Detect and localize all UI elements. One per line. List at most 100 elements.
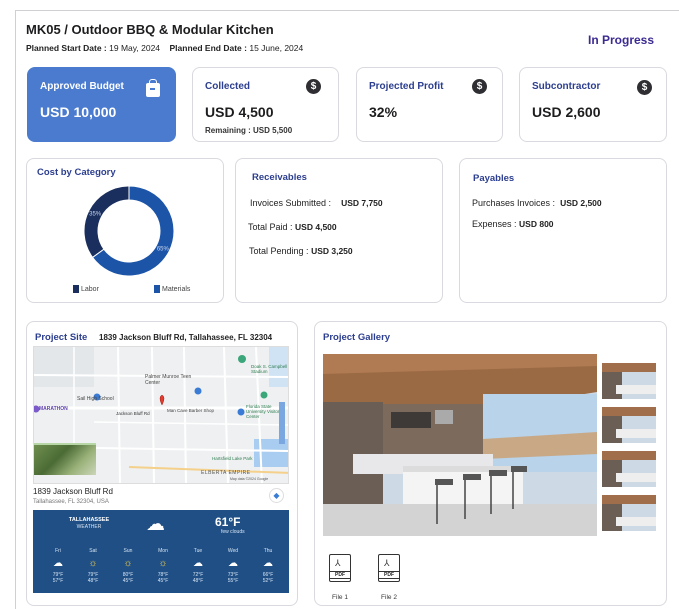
donut-label-labor: 35% bbox=[89, 212, 102, 218]
planned-start-label: Planned Start Date : bbox=[26, 43, 107, 53]
projected-profit-card[interactable]: Projected Profit $ 32% bbox=[356, 67, 503, 142]
subcontractor-title: Subcontractor bbox=[532, 81, 601, 92]
page-title: MK05 / Outdoor BBQ & Modular Kitchen bbox=[26, 22, 274, 37]
sun-icon: ☼ bbox=[158, 558, 168, 569]
acrobat-icon: ⅄ bbox=[384, 558, 390, 568]
project-gallery-card: Project Gallery ⅄ PDF File 1 ⅄ PDF File … bbox=[314, 321, 667, 606]
cloud-icon: ☁ bbox=[263, 558, 273, 569]
forecast-day-name: Fri bbox=[55, 548, 61, 554]
planned-dates: Planned Start Date : 19 May, 2024 Planne… bbox=[26, 43, 303, 53]
forecast-day-name: Thu bbox=[263, 548, 273, 554]
project-site-address: 1839 Jackson Bluff Rd, Tallahassee, FL 3… bbox=[99, 333, 273, 342]
map-label-hartsfield: Hartsfield Lake Park bbox=[212, 456, 253, 461]
street-view-thumbnail[interactable] bbox=[34, 445, 96, 475]
file-1-tag: PDF bbox=[329, 571, 351, 579]
map-label-palmer: Palmer Munroe Teen Center bbox=[145, 374, 192, 386]
map-label-barber: Man Cave Barber Shop bbox=[167, 408, 215, 413]
legend-labor-label: Labor bbox=[81, 285, 99, 293]
map-label-school: Sail High School bbox=[77, 396, 114, 402]
invoices-submitted-value: USD 7,750 bbox=[341, 198, 383, 208]
receivables-card: Receivables Invoices Submitted : USD 7,7… bbox=[235, 158, 443, 303]
file-2-tag: PDF bbox=[378, 571, 400, 579]
total-paid-row: Total Paid : USD 4,500 bbox=[248, 222, 337, 232]
weather-condition: few clouds bbox=[221, 529, 245, 535]
collected-card[interactable]: Collected $ USD 4,500 Remaining : USD 5,… bbox=[192, 67, 339, 142]
payables-title: Payables bbox=[473, 173, 515, 184]
gallery-thumbnail-4[interactable] bbox=[602, 495, 656, 531]
total-pending-label: Total Pending : bbox=[249, 246, 309, 256]
cloud-icon: ☁ bbox=[228, 558, 238, 569]
expenses-row: Expenses : USD 800 bbox=[472, 219, 554, 229]
project-site-card: Project Site 1839 Jackson Bluff Rd, Tall… bbox=[26, 321, 298, 606]
map-address-line1: 1839 Jackson Bluff Rd bbox=[33, 487, 113, 496]
forecast-day-wed: Wed ☁ 73°F 55°F bbox=[216, 548, 250, 584]
gallery-main-image[interactable] bbox=[323, 354, 597, 536]
pdf-file-icon-2[interactable]: ⅄ PDF bbox=[378, 554, 400, 582]
total-pending-value: USD 3,250 bbox=[311, 246, 353, 256]
cost-by-category-card: Cost by Category 35% 65% Labor Materials bbox=[26, 158, 224, 303]
legend-labor: Labor bbox=[73, 285, 99, 293]
weather-temp: 61°F bbox=[215, 515, 241, 529]
sun-icon: ☼ bbox=[123, 558, 133, 569]
cost-donut-chart: 35% 65% bbox=[83, 185, 175, 277]
forecast-day-sun: Sun ☼ 80°F 45°F bbox=[111, 548, 145, 584]
legend-labor-swatch bbox=[73, 285, 79, 293]
map-address-line2: Tallahassee, FL 32304, USA bbox=[33, 499, 109, 505]
forecast-day-tue: Tue ☁ 72°F 48°F bbox=[181, 548, 215, 584]
receivables-title: Receivables bbox=[252, 172, 307, 183]
forecast-low: 45°F bbox=[122, 578, 134, 584]
forecast-low: 48°F bbox=[192, 578, 204, 584]
forecast-low: 57°F bbox=[52, 578, 64, 584]
forecast-low: 52°F bbox=[262, 578, 274, 584]
forecast-day-name: Tue bbox=[193, 548, 203, 554]
forecast-day-name: Sat bbox=[89, 548, 97, 554]
approved-budget-value: USD 10,000 bbox=[40, 104, 117, 120]
dollar-icon: $ bbox=[306, 79, 321, 94]
purchases-value: USD 2,500 bbox=[560, 198, 602, 208]
forecast-day-name: Sun bbox=[123, 548, 133, 554]
purchases-label: Purchases Invoices : bbox=[472, 198, 556, 208]
map-label-elberta: ELBERTA EMPIRE bbox=[201, 470, 251, 476]
forecast-day-name: Wed bbox=[227, 548, 239, 554]
legend-materials-swatch bbox=[154, 285, 160, 293]
gallery-thumbnail-3[interactable] bbox=[602, 451, 656, 487]
dollar-icon: $ bbox=[637, 80, 652, 95]
gallery-thumbnail-2[interactable] bbox=[602, 407, 656, 443]
purchases-row: Purchases Invoices : USD 2,500 bbox=[472, 198, 602, 208]
collected-title: Collected bbox=[205, 81, 251, 92]
cost-by-category-title: Cost by Category bbox=[37, 167, 116, 178]
planned-end-value: 15 June, 2024 bbox=[249, 43, 304, 53]
weather-label: WEATHER bbox=[76, 524, 102, 530]
pdf-file-icon-1[interactable]: ⅄ PDF bbox=[329, 554, 351, 582]
cloud-sun-icon: ☁ bbox=[146, 514, 165, 535]
forecast-low: 45°F bbox=[157, 578, 169, 584]
file-2-label[interactable]: File 2 bbox=[374, 594, 404, 601]
expenses-value: USD 800 bbox=[519, 219, 554, 229]
directions-icon[interactable]: ◆ bbox=[269, 488, 284, 503]
forecast-day-sat: Sat ☼ 79°F 48°F bbox=[76, 548, 110, 584]
gallery-thumbnail-1[interactable] bbox=[602, 363, 656, 399]
weather-city: TALLAHASSEE bbox=[68, 517, 110, 523]
cloud-icon: ☁ bbox=[53, 558, 63, 569]
weather-widget: TALLAHASSEE WEATHER ☁ 61°F few clouds Fr… bbox=[33, 510, 289, 593]
approved-budget-card[interactable]: Approved Budget USD 10,000 bbox=[27, 67, 176, 142]
subcontractor-card[interactable]: Subcontractor $ USD 2,600 bbox=[519, 67, 667, 142]
acrobat-icon: ⅄ bbox=[335, 558, 341, 568]
project-site-title: Project Site bbox=[35, 332, 88, 343]
invoices-submitted-row: Invoices Submitted : USD 7,750 bbox=[250, 198, 383, 208]
site-map[interactable]: Palmer Munroe Teen Center Sail High Scho… bbox=[33, 346, 289, 484]
collected-remaining: Remaining : USD 5,500 bbox=[205, 126, 293, 135]
expenses-label: Expenses : bbox=[472, 219, 517, 229]
donut-slice-labor[interactable] bbox=[83, 185, 130, 259]
legend-materials: Materials bbox=[154, 285, 190, 293]
file-1-label[interactable]: File 1 bbox=[325, 594, 355, 601]
map-label-jackson: Jackson Bluff Rd bbox=[116, 411, 150, 416]
forecast-day-thu: Thu ☁ 66°F 52°F bbox=[251, 548, 285, 584]
dashboard-frame: MK05 / Outdoor BBQ & Modular Kitchen Pla… bbox=[15, 10, 679, 609]
map-label-marathon: MARATHON bbox=[39, 406, 68, 412]
forecast-day-name: Mon bbox=[158, 548, 168, 554]
forecast-day-fri: Fri ☁ 79°F 57°F bbox=[41, 548, 75, 584]
planned-start-value: 19 May, 2024 bbox=[109, 43, 161, 53]
projected-profit-title: Projected Profit bbox=[369, 81, 444, 92]
forecast-low: 55°F bbox=[227, 578, 239, 584]
